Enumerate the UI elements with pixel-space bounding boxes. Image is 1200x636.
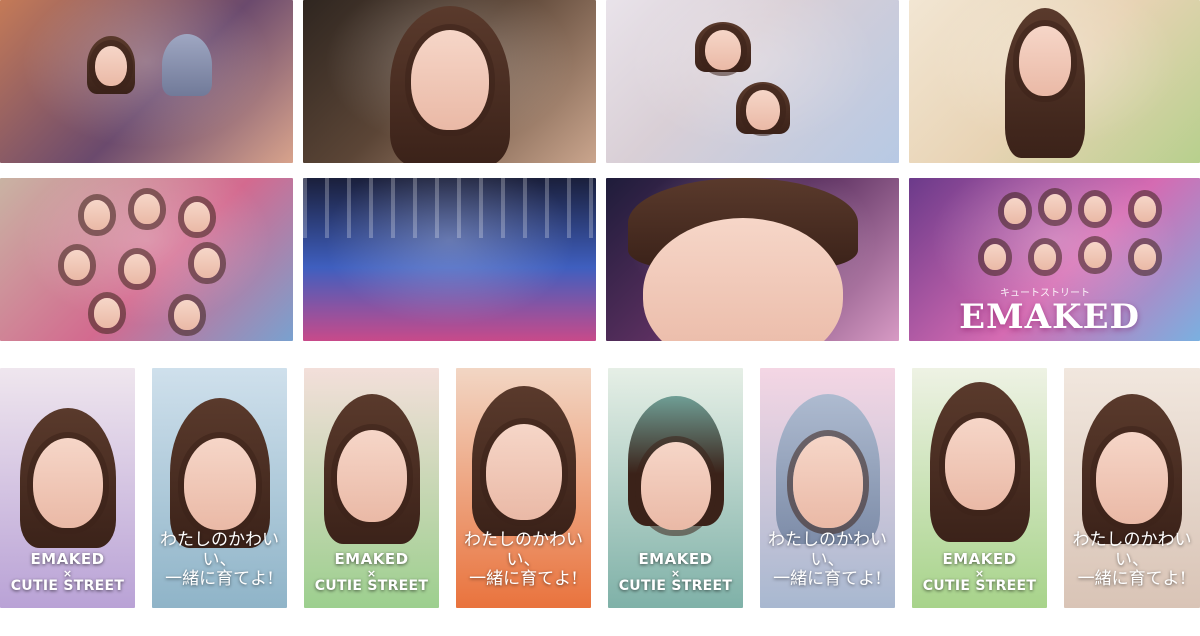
portrait-6: わたしのかわいい、 一緒に育てよ! [760, 368, 895, 608]
brand-overlay: EMAKED × CUTIE STREET [922, 550, 1037, 595]
phrase-overlay: わたしのかわいい、 一緒に育てよ! [1072, 530, 1192, 590]
photo-girl-straw-headband [303, 0, 596, 163]
photo-group-room [0, 178, 293, 341]
photo-closeup-eyes [606, 178, 899, 341]
brand-overlay: EMAKED × CUTIE STREET [314, 550, 429, 595]
portrait-2: わたしのかわいい、 一緒に育てよ! [152, 368, 287, 608]
portrait-7: EMAKED × CUTIE STREET [912, 368, 1047, 608]
portrait-5: EMAKED × CUTIE STREET [608, 368, 743, 608]
photo-girl-green-top-makeup [909, 0, 1200, 163]
phrase-overlay: わたしのかわいい、 一緒に育てよ! [464, 530, 583, 590]
photo-two-girls-lying-bed [606, 0, 899, 163]
photo-group-balloons: キュートストリート EMAKED [909, 178, 1200, 341]
portrait-3: EMAKED × CUTIE STREET [304, 368, 439, 608]
brand-overlay: EMAKED × CUTIE STREET [10, 550, 125, 595]
photo-living-room-two-girls [0, 0, 293, 163]
portrait-4: わたしのかわいい、 一緒に育てよ! [456, 368, 591, 608]
portrait-1: EMAKED × CUTIE STREET [0, 368, 135, 608]
phrase-overlay: わたしのかわいい、 一緒に育てよ! [768, 530, 887, 590]
photo-concert-stage [303, 178, 596, 341]
portrait-8: わたしのかわいい、 一緒に育てよ! [1064, 368, 1200, 608]
group-caption-brand: EMAKED [959, 297, 1140, 337]
phrase-overlay: わたしのかわいい、 一緒に育てよ! [160, 530, 279, 590]
brand-overlay: EMAKED × CUTIE STREET [618, 550, 733, 595]
